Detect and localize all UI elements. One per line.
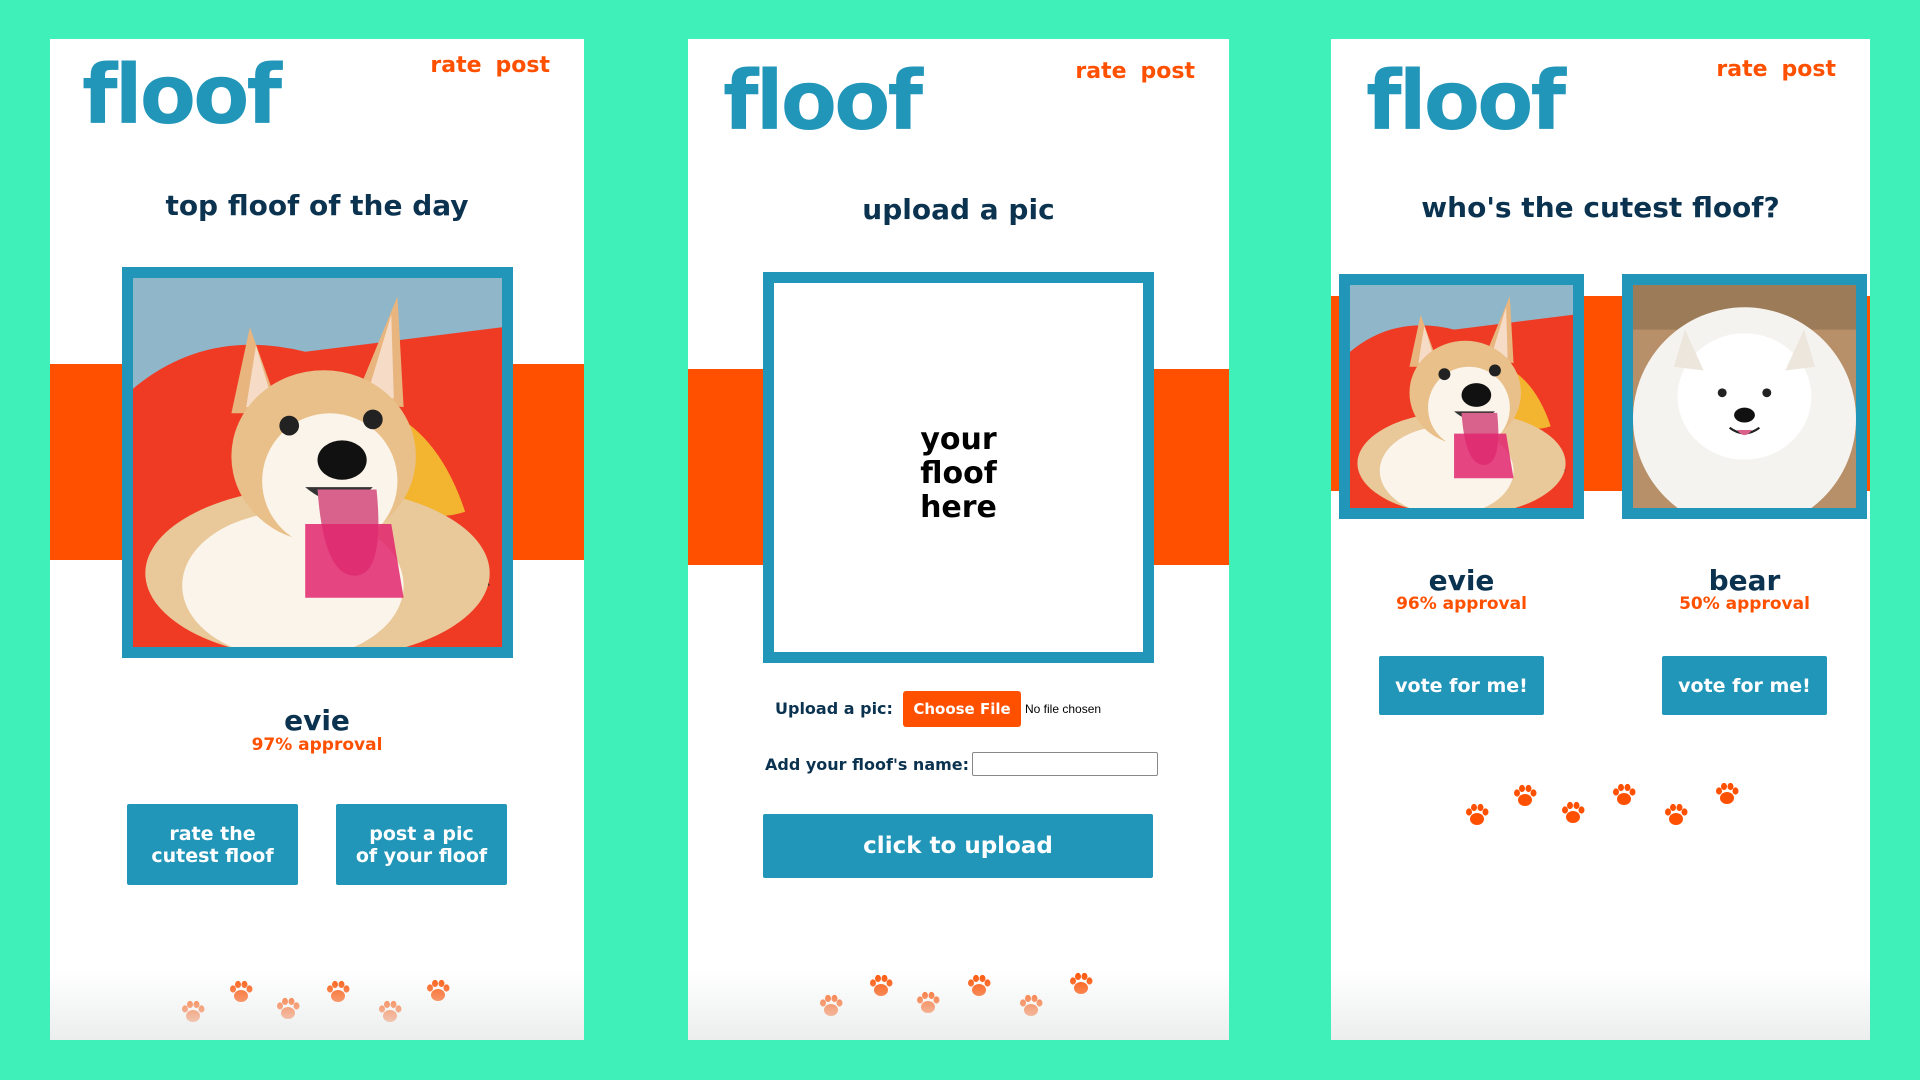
upload-label: Upload a pic: — [775, 699, 893, 718]
rate-cutest-label: rate the cutest floof — [151, 822, 274, 867]
paw-print-icon — [1512, 784, 1538, 808]
corgi-photo — [1350, 285, 1573, 508]
no-file-text: No file chosen — [1025, 702, 1102, 716]
upload-placeholder: your floof here — [920, 422, 997, 525]
floof-logo[interactable]: floof — [1366, 61, 1566, 143]
corgi-photo — [133, 278, 502, 647]
nav-rate-link[interactable]: rate — [430, 53, 481, 78]
dog-name: evie — [1428, 564, 1495, 597]
home-screen: floof rate post top floof of the day evi… — [50, 39, 584, 1040]
featured-dog-photo — [122, 267, 513, 658]
page-title: upload a pic — [862, 193, 1055, 226]
approval-rating: 50% approval — [1679, 594, 1810, 614]
dog-name: bear — [1708, 564, 1781, 597]
page-title: who's the cutest floof? — [1421, 191, 1780, 224]
floof-name-input[interactable] — [972, 752, 1158, 776]
page-title: top floof of the day — [165, 189, 469, 222]
vote-button-evie[interactable]: vote for me! — [1379, 656, 1544, 715]
rate-cutest-button[interactable]: rate the cutest floof — [127, 804, 298, 885]
paw-print-icon — [1560, 801, 1586, 825]
nav-rate-link[interactable]: rate — [1716, 57, 1767, 82]
approval-rating: 97% approval — [251, 735, 383, 755]
upload-submit-button[interactable]: click to upload — [763, 814, 1153, 878]
paw-print-icon — [1663, 803, 1689, 827]
dog-name: evie — [284, 704, 350, 737]
dog-photo-bear[interactable] — [1622, 274, 1867, 519]
floof-logo[interactable]: floof — [723, 61, 923, 143]
samoyed-photo — [1633, 285, 1856, 508]
top-nav: rate post — [430, 53, 550, 78]
paw-print-icon — [1714, 782, 1740, 806]
nav-post-link[interactable]: post — [1141, 59, 1195, 84]
post-pic-button[interactable]: post a pic of your floof — [336, 804, 507, 885]
upload-preview-box[interactable]: your floof here — [763, 272, 1154, 663]
paw-print-icon — [1611, 783, 1637, 807]
nav-post-link[interactable]: post — [496, 53, 550, 78]
name-label: Add your floof's name: — [765, 755, 970, 774]
nav-rate-link[interactable]: rate — [1075, 59, 1126, 84]
top-nav: rate post — [1716, 57, 1836, 82]
approval-rating: 96% approval — [1396, 594, 1527, 614]
post-pic-label: post a pic of your floof — [355, 822, 488, 867]
rate-screen: floof rate post who's the cutest floof? … — [1331, 39, 1870, 1040]
vote-button-bear[interactable]: vote for me! — [1662, 656, 1827, 715]
floof-logo[interactable]: floof — [82, 55, 282, 137]
choose-file-button[interactable]: Choose File — [903, 691, 1021, 727]
dog-photo-evie[interactable] — [1339, 274, 1584, 519]
upload-screen: floof rate post upload a pic your floof … — [688, 39, 1229, 1040]
top-nav: rate post — [1075, 59, 1195, 84]
nav-post-link[interactable]: post — [1782, 57, 1836, 82]
paw-print-icon — [1464, 803, 1490, 827]
